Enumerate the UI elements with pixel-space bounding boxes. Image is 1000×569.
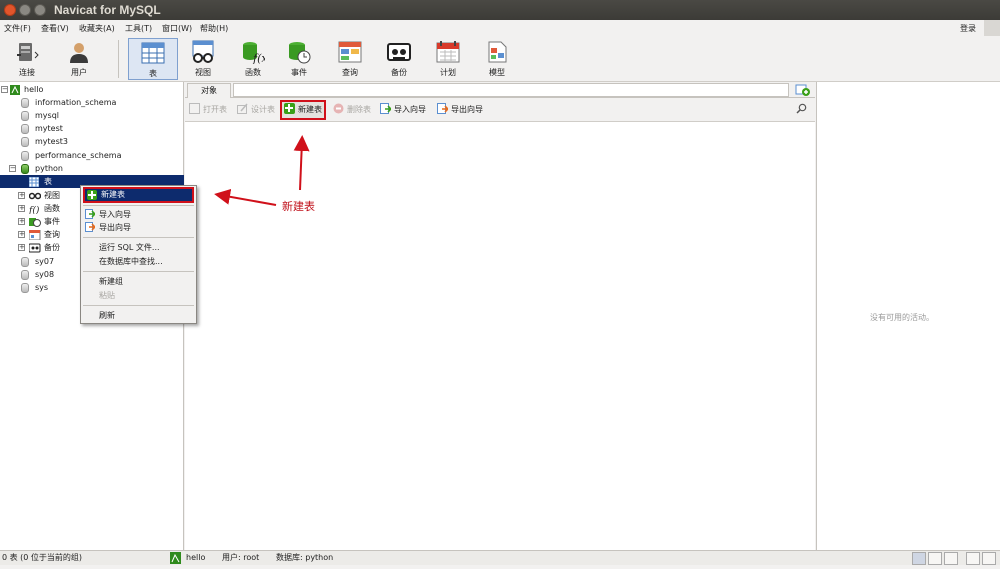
ctx-new-group[interactable]: 新建组 [83,275,194,288]
ctx-import-wizard[interactable]: 导入向导 [83,208,194,221]
ctx-separator [83,205,194,206]
annotation-arrow-left [214,188,277,206]
ctx-export-label: 导出向导 [99,223,131,232]
ctx-find-label: 在数据库中查找... [99,257,163,266]
context-menu: 新建表 导入向导 导出向导 运行 SQL 文件... 在数据库中查找... 新建… [80,185,197,324]
ctx-separator [83,271,194,272]
status-table-count: 0 表 (0 位于当前的组) [2,553,83,562]
ctx-paste[interactable]: 粘贴 [83,289,194,302]
status-bar: 0 表 (0 位于当前的组) hello 用户: root 数据库: pytho… [0,550,1000,565]
ctx-new-table-label: 新建表 [101,190,125,199]
ctx-separator [83,305,194,306]
detail-view-button[interactable] [928,552,942,565]
toggle-preview-button[interactable] [982,552,996,565]
connection-status-icon [170,552,181,569]
annotation-arrow-up [293,135,310,191]
ctx-import-label: 导入向导 [99,210,131,219]
ctx-run-sql-label: 运行 SQL 文件... [99,243,160,252]
export-icon [85,222,97,232]
status-connection: hello [186,553,206,562]
ctx-separator [83,237,194,238]
ctx-paste-label: 粘贴 [99,291,115,300]
ctx-new-group-label: 新建组 [99,277,123,286]
ctx-find-in-database[interactable]: 在数据库中查找... [83,255,194,268]
er-view-button[interactable] [944,552,958,565]
status-user: 用户: root [222,553,260,562]
import-icon [85,209,97,219]
list-view-button[interactable] [912,552,926,565]
status-database: 数据库: python [276,553,334,562]
annotation-label: 新建表 [282,200,315,213]
ctx-refresh[interactable]: 刷新 [83,309,194,322]
new-table-icon [87,190,97,200]
toggle-info-panel-button[interactable] [966,552,980,565]
ctx-run-sql-file[interactable]: 运行 SQL 文件... [83,241,194,254]
ctx-export-wizard[interactable]: 导出向导 [83,221,194,234]
ctx-new-table[interactable]: 新建表 [83,187,194,203]
ctx-refresh-label: 刷新 [99,311,115,320]
